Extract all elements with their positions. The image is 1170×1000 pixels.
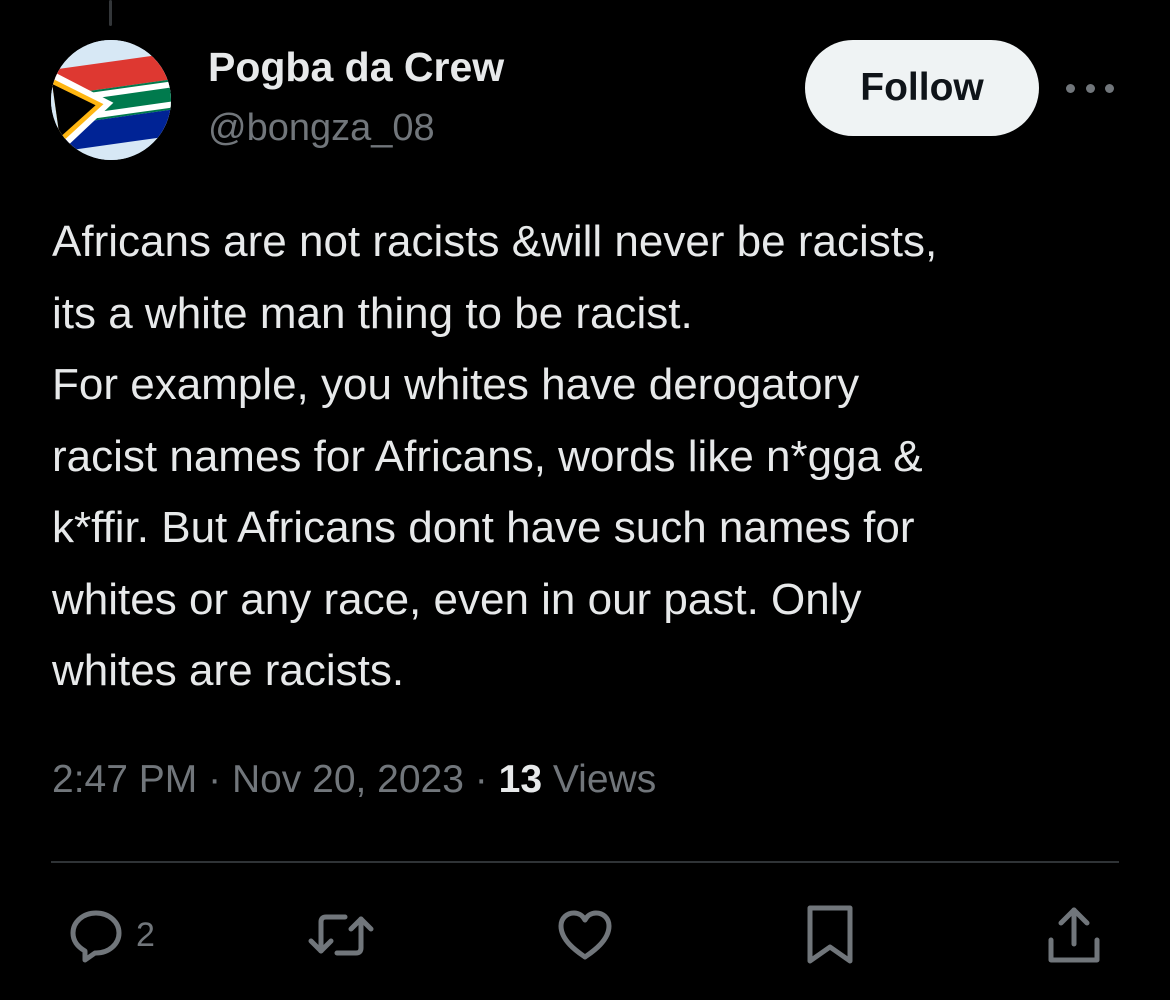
- tweet-metadata: 2:47 PM · Nov 20, 2023 · 13 Views: [52, 758, 656, 802]
- tweet-text-line: Africans are not racists &will never be …: [52, 217, 938, 266]
- author-display-name[interactable]: Pogba da Crew: [208, 44, 504, 91]
- bookmark-button[interactable]: [805, 900, 855, 970]
- tweet-text-line: k*ffir. But Africans dont have such name…: [52, 503, 915, 552]
- like-button[interactable]: [555, 900, 615, 970]
- avatar[interactable]: [51, 40, 171, 160]
- separator-dot: ·: [208, 758, 222, 801]
- follow-button[interactable]: Follow: [805, 40, 1039, 136]
- heart-icon: [558, 910, 612, 960]
- views-count: 13: [498, 758, 543, 801]
- south-africa-flag-icon: [51, 40, 171, 160]
- tweet-text-line: its a white man thing to be racist.: [52, 288, 693, 338]
- thread-connector-line: [109, 0, 112, 26]
- tweet-date[interactable]: Nov 20, 2023: [232, 758, 464, 801]
- reply-button[interactable]: 2: [66, 900, 155, 970]
- tweet-text-line: whites or any race, even in our past. On…: [52, 574, 862, 624]
- share-button[interactable]: [1046, 900, 1102, 970]
- more-dot: [1066, 83, 1075, 93]
- tweet-text: Africans are not racists &will never be …: [52, 206, 1142, 707]
- more-options-icon[interactable]: [1066, 76, 1114, 100]
- tweet-time[interactable]: 2:47 PM: [52, 758, 197, 801]
- tweet-text-line: For example, you whites have derogatory: [52, 360, 860, 409]
- tweet-text-line: whites are racists.: [52, 646, 405, 695]
- more-dot: [1105, 83, 1114, 93]
- bookmark-icon: [807, 905, 853, 964]
- retweet-icon: [308, 914, 374, 956]
- divider: [51, 861, 1119, 863]
- share-icon: [1048, 907, 1100, 963]
- separator-dot: ·: [474, 758, 488, 801]
- reply-count: 2: [136, 915, 155, 954]
- tweet-text-line: racist names for Africans, words like n*…: [52, 431, 923, 481]
- more-dot: [1085, 83, 1095, 93]
- views-label: Views: [552, 758, 657, 801]
- author-handle[interactable]: @bongza_08: [208, 107, 435, 150]
- retweet-button[interactable]: [305, 900, 377, 970]
- reply-icon: [70, 910, 122, 963]
